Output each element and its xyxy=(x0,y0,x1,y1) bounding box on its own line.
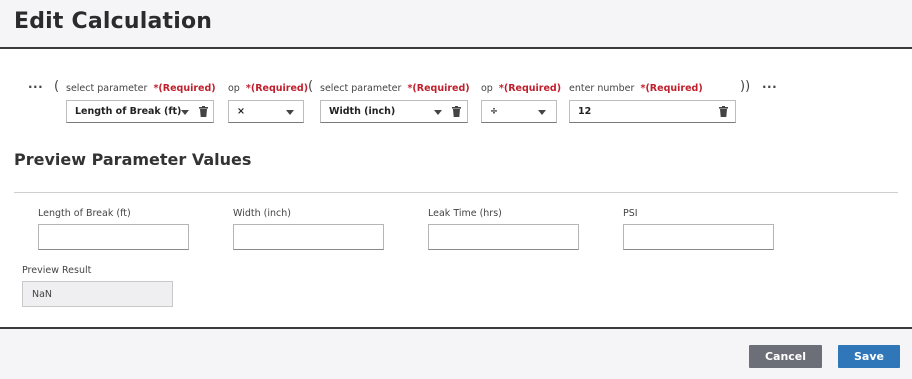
close-paren-outer: )) xyxy=(740,79,751,94)
number-value: 12 xyxy=(578,106,592,117)
chevron-down-icon xyxy=(538,110,546,115)
op2-select[interactable]: ÷ xyxy=(481,100,557,123)
preview-input-psi[interactable] xyxy=(623,224,774,250)
open-paren-inner: ( xyxy=(308,79,314,94)
preview-input-width[interactable] xyxy=(233,224,384,250)
preview-field-label: PSI xyxy=(623,208,638,219)
param2-value: Width (inch) xyxy=(329,106,396,117)
preview-result-field: NaN xyxy=(22,281,173,307)
required-marker: *(Required) xyxy=(407,83,470,94)
preview-field-label: Length of Break (ft) xyxy=(38,208,131,219)
more-left-button[interactable]: ··· xyxy=(28,80,43,94)
dialog-footer: Cancel Save xyxy=(0,327,912,379)
preview-input-leak-time[interactable] xyxy=(428,224,579,250)
param1-select[interactable]: Length of Break (ft) xyxy=(66,100,214,123)
param1-value: Length of Break (ft) xyxy=(75,106,182,117)
chevron-down-icon xyxy=(181,110,189,115)
dialog-header: Edit Calculation xyxy=(0,0,912,49)
preview-section-title: Preview Parameter Values xyxy=(14,150,252,169)
divider xyxy=(14,192,898,193)
chevron-down-icon xyxy=(286,110,294,115)
op2-label: op *(Required) xyxy=(481,83,562,94)
preview-input-length-of-break[interactable] xyxy=(38,224,189,250)
trash-icon[interactable] xyxy=(452,106,461,117)
trash-icon[interactable] xyxy=(199,106,208,117)
chevron-down-icon xyxy=(434,110,442,115)
op1-value: × xyxy=(237,106,245,117)
required-marker: *(Required) xyxy=(153,83,216,94)
op1-select[interactable]: × xyxy=(228,100,304,123)
preview-field-label: Width (inch) xyxy=(233,208,291,219)
trash-icon[interactable] xyxy=(719,106,728,117)
preview-result-value: NaN xyxy=(32,289,53,300)
dialog-title: Edit Calculation xyxy=(14,9,213,34)
op1-label: op *(Required) xyxy=(228,83,309,94)
required-marker: *(Required) xyxy=(245,83,309,94)
save-button[interactable]: Save xyxy=(838,345,900,368)
param2-label: select parameter *(Required) xyxy=(320,83,470,94)
more-right-button[interactable]: ··· xyxy=(762,80,777,94)
open-paren-outer: ( xyxy=(54,79,60,94)
op2-value: ÷ xyxy=(490,106,498,117)
preview-result-label: Preview Result xyxy=(22,265,92,276)
param2-select[interactable]: Width (inch) xyxy=(320,100,468,123)
required-marker: *(Required) xyxy=(498,83,562,94)
number-label: enter number *(Required) xyxy=(569,83,703,94)
param1-label: select parameter *(Required) xyxy=(66,83,216,94)
required-marker: *(Required) xyxy=(640,83,703,94)
cancel-button[interactable]: Cancel xyxy=(749,345,822,368)
preview-field-label: Leak Time (hrs) xyxy=(428,208,502,219)
number-input[interactable]: 12 xyxy=(569,100,736,123)
